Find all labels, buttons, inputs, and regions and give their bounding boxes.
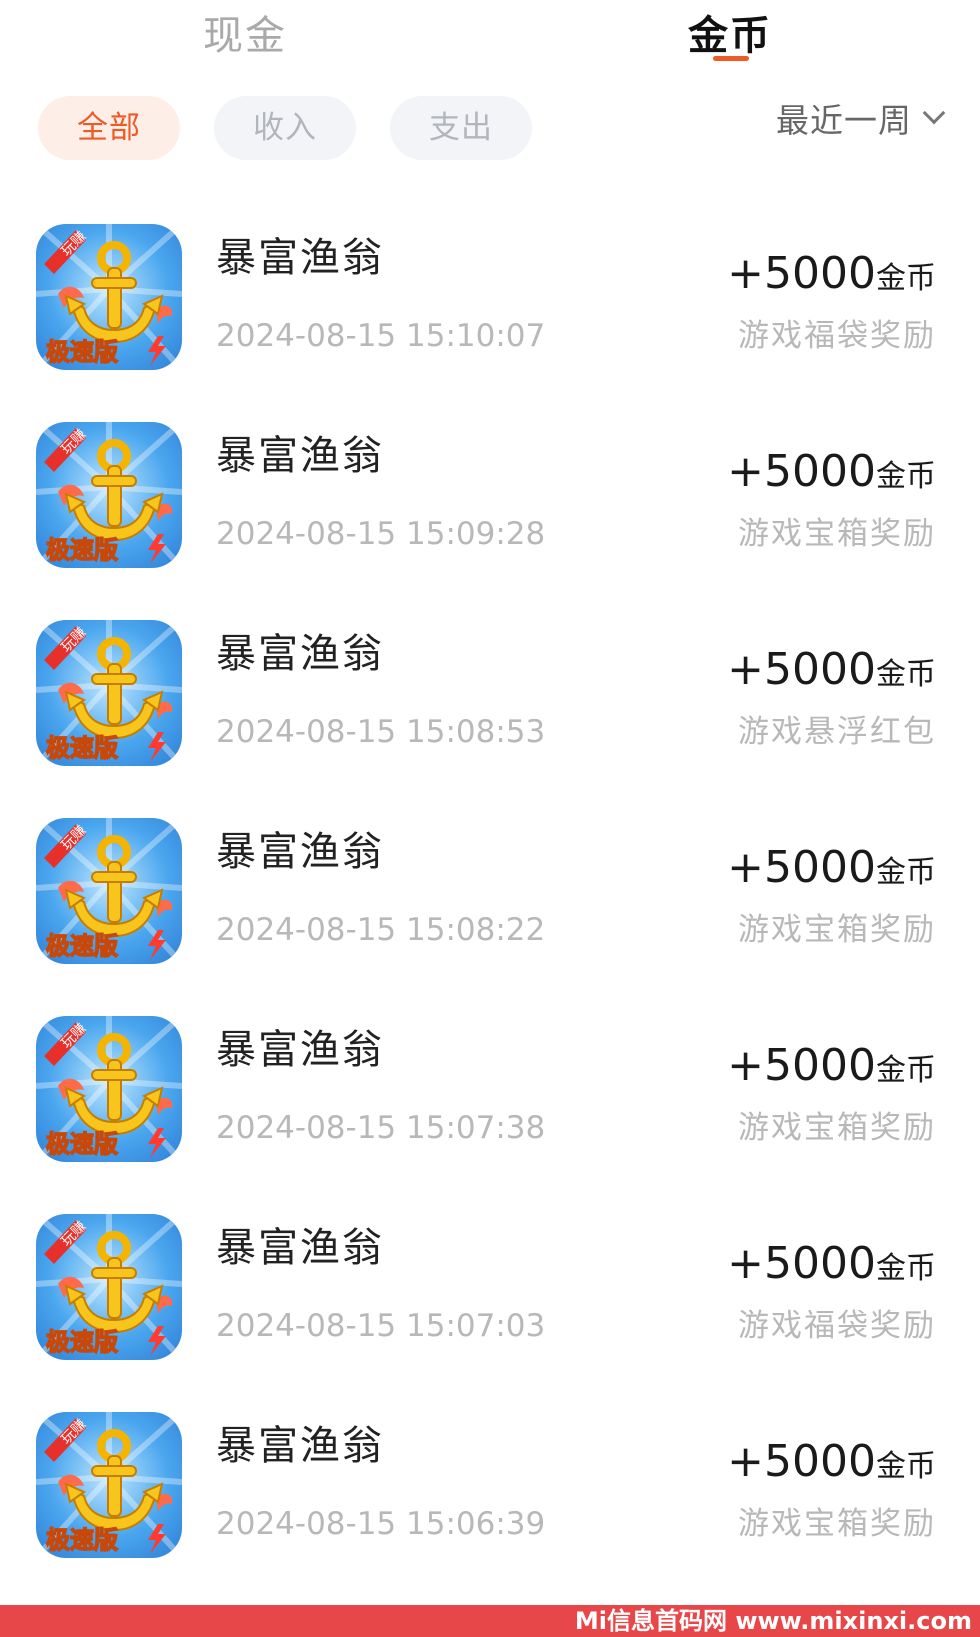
record-time: 2024-08-15 15:07:38 [216, 1110, 546, 1146]
record-amount: +5000金币 [727, 1040, 936, 1101]
record-amount: +5000金币 [727, 248, 936, 309]
app-icon: 玩赚 极速版 [36, 422, 182, 568]
edition-text: 极速版 [46, 338, 118, 366]
record-time: 2024-08-15 15:08:53 [216, 714, 546, 750]
record-source: 游戏宝箱奖励 [738, 912, 936, 948]
watermark-bar: Mi信息首码网 www.mixinxi.com [0, 1605, 980, 1637]
amount-unit: 金币 [876, 1449, 936, 1484]
amount-value: +5000 [727, 1040, 876, 1091]
edition-text: 极速版 [46, 734, 118, 762]
list-item[interactable]: 玩赚 极速版 暴富渔翁 2024-08-15 15:08:53 +5000金币 … [0, 594, 980, 792]
edition-text: 极速版 [46, 1130, 118, 1158]
edition-text: 极速版 [46, 1328, 118, 1356]
filter-income-button[interactable]: 收入 [214, 96, 356, 160]
list-item[interactable]: 玩赚 极速版 暴富渔翁 2024-08-15 15:10:07 +5000金币 … [0, 198, 980, 396]
amount-value: +5000 [727, 842, 876, 893]
record-amount: +5000金币 [727, 1238, 936, 1299]
record-time: 2024-08-15 15:08:22 [216, 912, 546, 948]
app-name: 暴富渔翁 [216, 433, 384, 479]
record-source: 游戏福袋奖励 [738, 318, 936, 354]
record-source: 游戏福袋奖励 [738, 1308, 936, 1344]
balance-tabs: 现金 金币 [0, 0, 980, 72]
app-name: 暴富渔翁 [216, 1027, 384, 1073]
active-tab-indicator [713, 56, 749, 61]
app-name: 暴富渔翁 [216, 1423, 384, 1469]
app-name: 暴富渔翁 [216, 829, 384, 875]
filter-all-button[interactable]: 全部 [38, 96, 180, 160]
record-time: 2024-08-15 15:10:07 [216, 318, 546, 354]
edition-text: 极速版 [46, 536, 118, 564]
watermark-text: Mi信息首码网 www.mixinxi.com [574, 1607, 972, 1635]
edition-text: 极速版 [46, 1526, 118, 1554]
record-time: 2024-08-15 15:09:28 [216, 516, 546, 552]
amount-value: +5000 [727, 1238, 876, 1289]
list-item[interactable]: 玩赚 极速版 暴富渔翁 2024-08-15 15:09:28 +5000金币 … [0, 396, 980, 594]
record-amount: +5000金币 [727, 446, 936, 507]
app-icon: 玩赚 极速版 [36, 1214, 182, 1360]
app-icon: 玩赚 极速版 [36, 620, 182, 766]
record-amount: +5000金币 [727, 1436, 936, 1497]
tab-cash[interactable]: 现金 [155, 8, 335, 64]
record-source: 游戏宝箱奖励 [738, 1110, 936, 1146]
list-item[interactable]: 玩赚 极速版 暴富渔翁 2024-08-15 15:08:22 +5000金币 … [0, 792, 980, 990]
amount-unit: 金币 [876, 1251, 936, 1286]
amount-unit: 金币 [876, 855, 936, 890]
app-icon: 玩赚 极速版 [36, 224, 182, 370]
app-name: 暴富渔翁 [216, 1225, 384, 1271]
amount-value: +5000 [727, 1436, 876, 1487]
period-label: 最近一周 [776, 101, 912, 140]
amount-value: +5000 [727, 644, 876, 695]
record-source: 游戏宝箱奖励 [738, 1506, 936, 1542]
list-item[interactable]: 玩赚 极速版 暴富渔翁 2024-08-15 15:06:39 +5000金币 … [0, 1386, 980, 1584]
app-name: 暴富渔翁 [216, 235, 384, 281]
record-amount: +5000金币 [727, 644, 936, 705]
record-time: 2024-08-15 15:07:03 [216, 1308, 546, 1344]
edition-text: 极速版 [46, 932, 118, 960]
app-icon: 玩赚 极速版 [36, 1016, 182, 1162]
filter-expense-button[interactable]: 支出 [390, 96, 532, 160]
record-list: 玩赚 极速版 暴富渔翁 2024-08-15 15:10:07 +5000金币 … [0, 198, 980, 1584]
amount-unit: 金币 [876, 261, 936, 296]
list-item[interactable]: 玩赚 极速版 暴富渔翁 2024-08-15 15:07:38 +5000金币 … [0, 990, 980, 1188]
app-name: 暴富渔翁 [216, 631, 384, 677]
record-time: 2024-08-15 15:06:39 [216, 1506, 546, 1542]
record-source: 游戏宝箱奖励 [738, 516, 936, 552]
amount-value: +5000 [727, 446, 876, 497]
app-icon: 玩赚 极速版 [36, 1412, 182, 1558]
chevron-down-icon [922, 101, 946, 125]
coin-records-page: 现金 金币 全部 收入 支出 最近一周 玩赚 极速版 暴富渔翁 2024-08-… [0, 0, 980, 1637]
amount-value: +5000 [727, 248, 876, 299]
app-icon: 玩赚 极速版 [36, 818, 182, 964]
record-source: 游戏悬浮红包 [738, 714, 936, 750]
record-amount: +5000金币 [727, 842, 936, 903]
amount-unit: 金币 [876, 459, 936, 494]
amount-unit: 金币 [876, 1053, 936, 1088]
list-item[interactable]: 玩赚 极速版 暴富渔翁 2024-08-15 15:07:03 +5000金币 … [0, 1188, 980, 1386]
period-dropdown[interactable]: 最近一周 [776, 90, 946, 146]
amount-unit: 金币 [876, 657, 936, 692]
